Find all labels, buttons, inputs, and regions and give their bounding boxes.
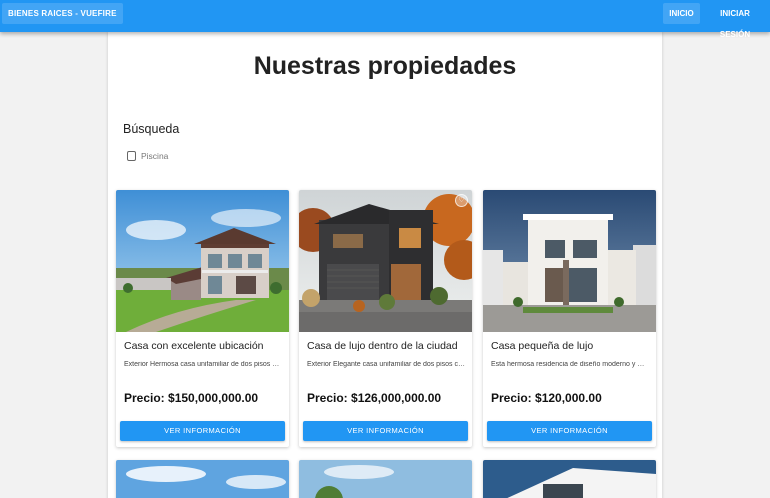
property-card-peek[interactable]: [116, 460, 289, 498]
property-card: Casa con excelente ubicación Exterior He…: [116, 190, 289, 447]
property-card-peek[interactable]: [299, 460, 472, 498]
property-image[interactable]: [483, 190, 656, 332]
property-description: Esta hermosa residencia de diseño modern…: [491, 361, 649, 368]
page-title: Nuestras propiedades: [253, 52, 517, 80]
property-price: Precio: $126,000,000.00: [307, 391, 442, 405]
property-price: Precio: $150,000,000.00: [124, 391, 259, 405]
brand-button[interactable]: BIENES RAICES - VUEFIRE: [2, 3, 123, 24]
scrollbar[interactable]: [764, 32, 770, 498]
filter-label: Piscina: [141, 151, 169, 161]
property-price: Precio: $120,000.00: [491, 391, 602, 405]
property-card: Casa pequeña de lujo Esta hermosa reside…: [483, 190, 656, 447]
property-card-peek[interactable]: [483, 460, 656, 498]
property-image[interactable]: [116, 190, 289, 332]
property-title: Casa con excelente ubicación: [124, 340, 264, 352]
property-image[interactable]: ♡: [299, 190, 472, 332]
view-info-button[interactable]: VER INFORMACIÓN: [120, 421, 285, 441]
nav-login-button[interactable]: INICIAR SESIÓN: [704, 3, 766, 39]
filter-piscina[interactable]: Piscina: [127, 151, 168, 161]
property-title: Casa de lujo dentro de la ciudad: [307, 340, 458, 352]
view-info-button[interactable]: VER INFORMACIÓN: [487, 421, 652, 441]
property-description: Exterior Elegante casa unifamiliar de do…: [307, 361, 465, 368]
heart-icon[interactable]: ♡: [455, 194, 468, 207]
property-description: Exterior Hermosa casa unifamiliar de dos…: [124, 361, 282, 368]
property-title: Casa pequeña de lujo: [491, 340, 594, 352]
checkbox-unchecked-icon[interactable]: [127, 151, 136, 161]
search-heading: Búsqueda: [123, 122, 180, 136]
app-bar: BIENES RAICES - VUEFIRE INICIO INICIAR S…: [0, 0, 770, 39]
property-card: ♡ Casa de lujo dentro de la ciudad Exter…: [299, 190, 472, 447]
nav-home-button[interactable]: INICIO: [663, 3, 700, 24]
view-info-button[interactable]: VER INFORMACIÓN: [303, 421, 468, 441]
